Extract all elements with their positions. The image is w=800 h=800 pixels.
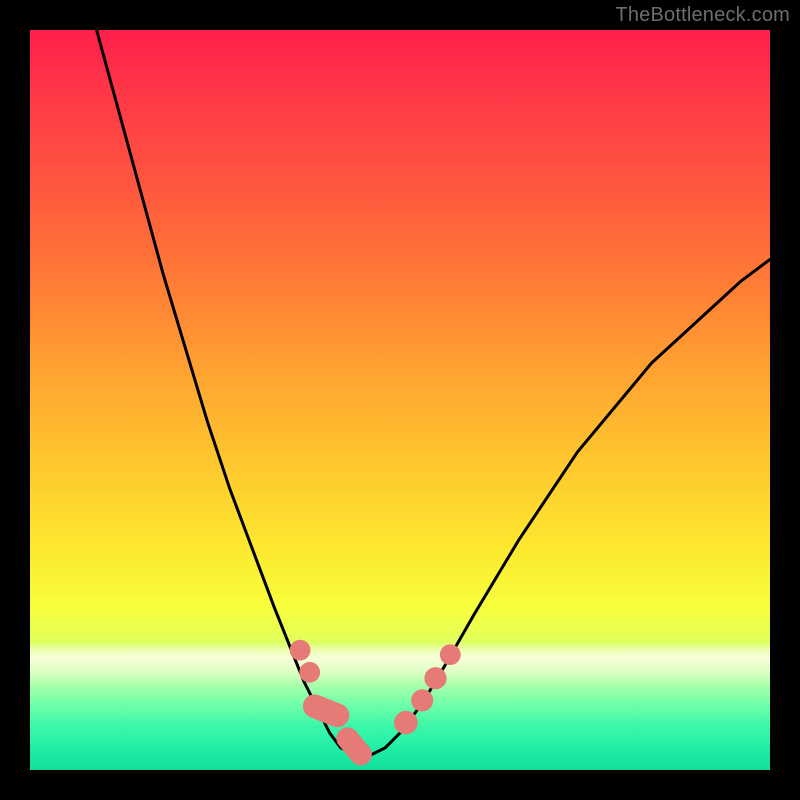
bottleneck-curve xyxy=(97,30,770,755)
plot-area xyxy=(30,30,770,770)
curve-marker xyxy=(299,662,320,683)
curve-marker xyxy=(394,711,418,735)
curve-marker xyxy=(411,689,433,711)
curve-marker xyxy=(424,667,446,689)
curve-marker xyxy=(440,644,461,665)
chart-frame: TheBottleneck.com xyxy=(0,0,800,800)
curve-layer xyxy=(30,30,770,770)
watermark-text: TheBottleneck.com xyxy=(615,4,790,27)
curve-marker xyxy=(290,640,311,661)
